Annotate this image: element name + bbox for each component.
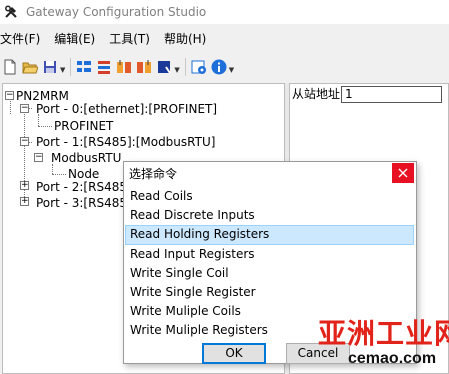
chevron-down-icon[interactable]: ▼ <box>174 66 179 74</box>
tree-connector <box>52 174 66 175</box>
settings-icon[interactable] <box>190 58 208 76</box>
watermark-logo: 亚洲工业网 cemao.com <box>318 312 449 370</box>
command-read-holding-registers[interactable]: Read Holding Registers <box>125 225 414 245</box>
tree-port-0-profinet[interactable]: PROFINET <box>54 118 113 134</box>
tree-port-3[interactable]: Port - 3:[RS485 <box>36 195 127 211</box>
expand-icon[interactable]: + <box>20 181 29 190</box>
ok-button[interactable]: OK <box>202 343 266 364</box>
export-icon[interactable] <box>135 58 153 76</box>
collapse-icon[interactable]: − <box>34 153 43 162</box>
chevron-down-icon[interactable]: ▼ <box>60 66 65 74</box>
info-icon[interactable] <box>210 58 228 76</box>
download-icon[interactable] <box>155 58 173 76</box>
close-icon <box>398 168 408 178</box>
menu-tools[interactable]: 工具(T) <box>109 30 157 47</box>
tree-connector <box>24 107 25 205</box>
open-folder-icon[interactable] <box>21 58 39 76</box>
close-button[interactable] <box>392 163 414 183</box>
toolbar: ▼ ▼ ▼ <box>0 54 449 80</box>
toolbar-separator <box>184 58 186 76</box>
command-write-single-coil[interactable]: Write Single Coil <box>125 264 414 284</box>
tools-icon <box>5 5 17 18</box>
tree-port-1-modbusrtu[interactable]: ModbusRTU <box>51 150 121 166</box>
menu-bar: 文件(F) 编辑(E) 工具(T) 帮助(H) <box>0 28 449 48</box>
chevron-down-icon[interactable]: ▼ <box>229 66 234 74</box>
toolbar-separator <box>70 58 72 76</box>
property-row: 从站地址 1 <box>290 86 449 103</box>
menu-help[interactable]: 帮助(H) <box>164 30 213 47</box>
command-read-coils[interactable]: Read Coils <box>125 187 414 207</box>
slave-address-label: 从站地址 <box>292 87 341 101</box>
tree-port-1[interactable]: Port - 1:[RS485]:[ModbusRTU] <box>36 134 215 150</box>
expand-icon[interactable]: + <box>20 197 29 206</box>
watermark-url: cemao.com <box>348 350 437 367</box>
add-port-icon[interactable] <box>75 58 93 76</box>
tree-connector <box>38 126 52 127</box>
add-device-icon[interactable] <box>95 58 113 76</box>
save-icon[interactable] <box>41 58 59 76</box>
menu-file[interactable]: 文件(F) <box>0 30 47 47</box>
dialog-title-bar: 选择命令 <box>124 162 416 184</box>
collapse-icon[interactable]: − <box>20 137 29 146</box>
title-bar: Gateway Configuration Studio <box>0 0 449 24</box>
command-read-input-registers[interactable]: Read Input Registers <box>125 245 414 265</box>
watermark-title: 亚洲工业网 <box>318 317 449 350</box>
slave-address-input[interactable]: 1 <box>341 86 442 103</box>
new-file-icon[interactable] <box>1 58 19 76</box>
menu-edit[interactable]: 编辑(E) <box>54 30 102 47</box>
command-write-single-register[interactable]: Write Single Register <box>125 283 414 303</box>
tree-port-0[interactable]: Port - 0:[ethernet]:[PROFINET] <box>36 101 217 117</box>
collapse-icon[interactable]: − <box>20 104 29 113</box>
import-icon[interactable] <box>115 58 133 76</box>
command-read-discrete-inputs[interactable]: Read Discrete Inputs <box>125 206 414 226</box>
window-title: Gateway Configuration Studio <box>26 5 207 19</box>
dialog-title: 选择命令 <box>129 167 178 181</box>
collapse-icon[interactable]: − <box>5 91 14 100</box>
tree-port-2[interactable]: Port - 2:[RS485 <box>36 179 127 195</box>
